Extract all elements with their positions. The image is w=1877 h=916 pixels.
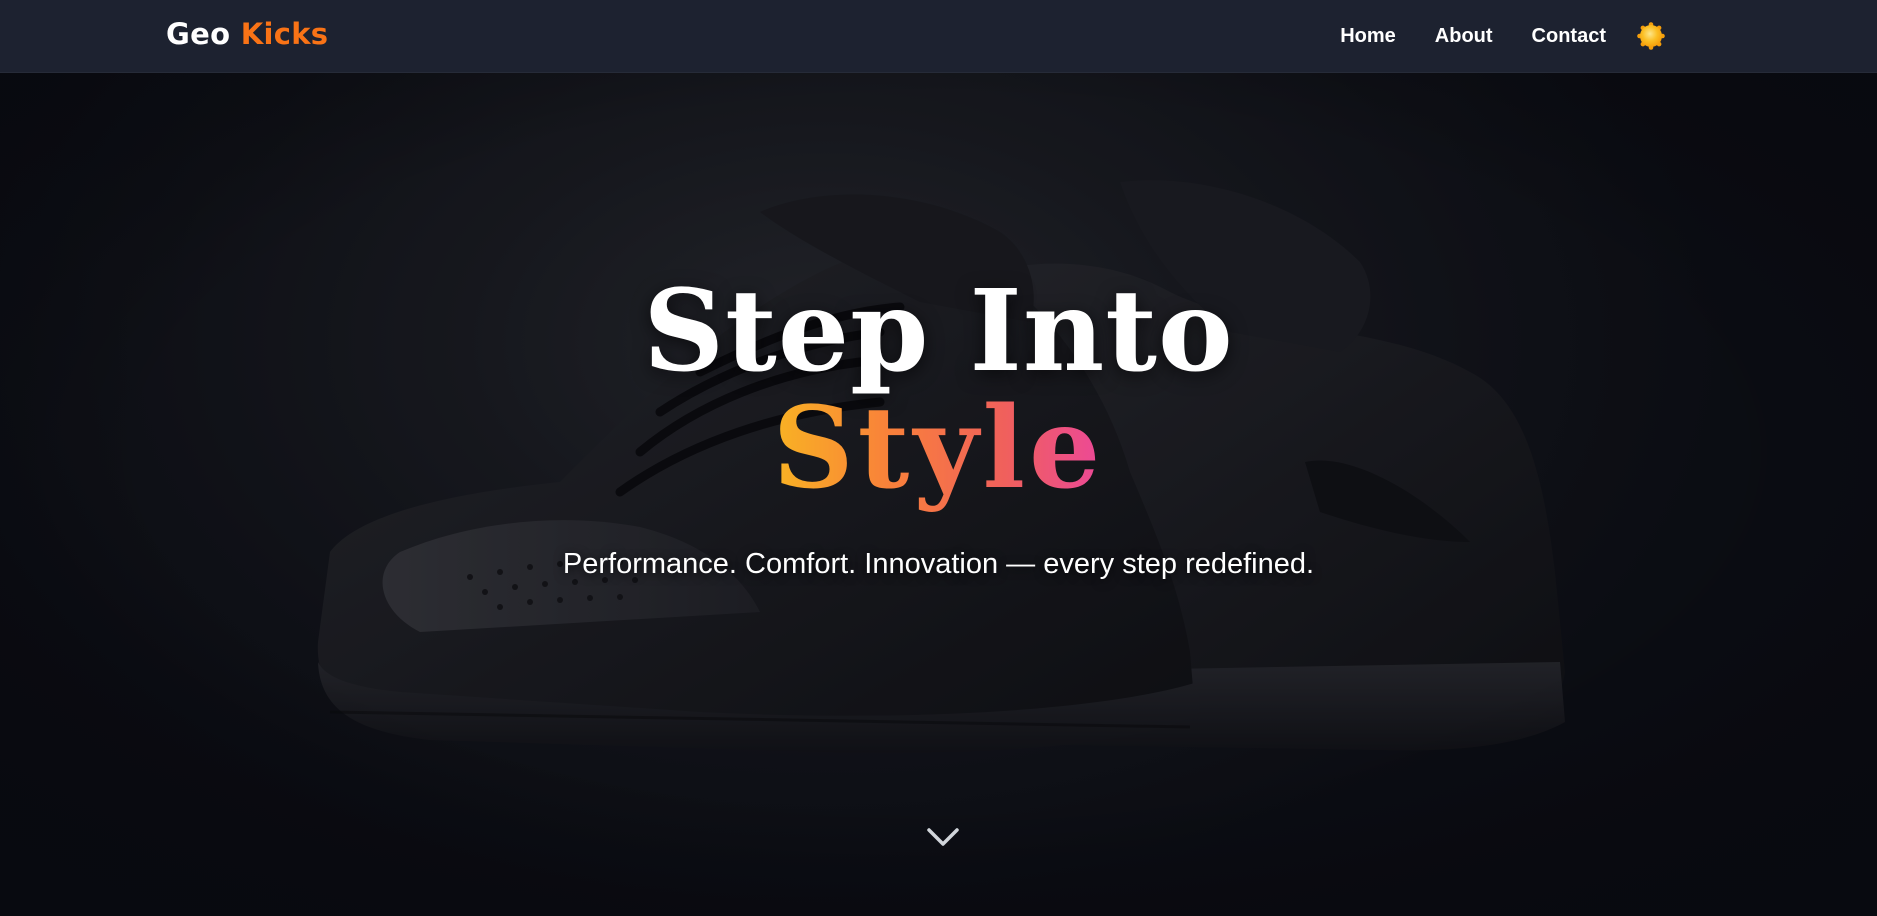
nav-link-about[interactable]: About bbox=[1435, 18, 1493, 54]
brand-logo[interactable]: Geo Kicks bbox=[166, 14, 328, 54]
scroll-down-button[interactable] bbox=[923, 822, 963, 852]
nav-link-contact[interactable]: Contact bbox=[1532, 18, 1606, 54]
top-navbar: Geo Kicks Home About Contact bbox=[0, 0, 1877, 73]
brand-accent: Kicks bbox=[240, 17, 329, 51]
sun-icon bbox=[1637, 22, 1665, 50]
hero-subtitle: Performance. Comfort. Innovation — every… bbox=[562, 548, 1315, 580]
nav-links: Home About Contact bbox=[1301, 18, 1666, 54]
hero-title-accent: Style bbox=[0, 389, 1877, 509]
chevron-down-icon bbox=[927, 828, 959, 846]
brand-name: Geo bbox=[166, 17, 231, 51]
hero-title-accent-text: Style bbox=[772, 383, 1105, 514]
hero-section: Step Into Style Performance. Comfort. In… bbox=[0, 72, 1877, 916]
hero-title: Step Into bbox=[643, 266, 1234, 397]
theme-toggle-button[interactable] bbox=[1636, 21, 1666, 51]
nav-link-home[interactable]: Home bbox=[1340, 18, 1396, 54]
